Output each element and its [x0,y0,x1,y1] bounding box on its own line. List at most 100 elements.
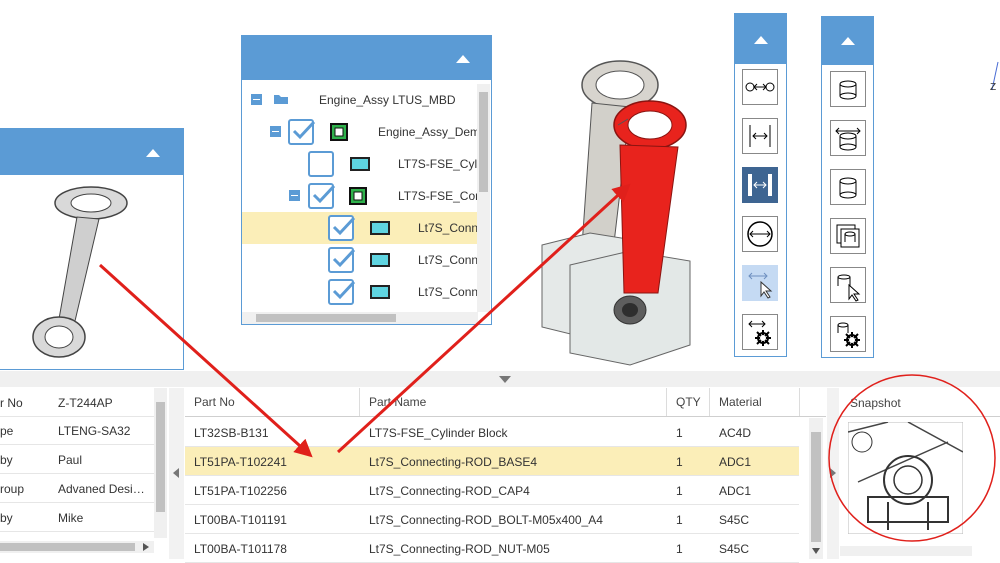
table-right-collapse[interactable] [827,388,839,559]
view-toolbar [821,16,874,358]
measure-toolbar-header[interactable] [735,14,786,64]
cell-part-name: Lt7S_Connecting-ROD_BOLT-M05x400_A4 [369,513,603,527]
point-to-point-icon[interactable] [742,69,778,105]
connecting-rod-preview-image [32,186,128,358]
visibility-checkbox[interactable] [288,119,316,145]
property-row: roup Advaned Desi… [0,475,155,503]
scrollbar-thumb[interactable] [479,92,488,192]
properties-vertical-scrollbar[interactable] [154,388,167,538]
column-header-qty[interactable]: QTY [667,388,710,416]
cell-qty: 1 [676,455,683,469]
assembly-tree-panel: Engine_Assy LTUS_MBD Engine_Assy_Dem LT7… [241,35,492,325]
chevron-left-icon[interactable] [173,468,179,478]
table-row-selected[interactable]: LT51PA-T102241 Lt7S_Connecting-ROD_BASE4… [185,447,799,476]
property-label: pe [0,424,14,438]
chevron-down-icon[interactable] [499,376,511,383]
table-left-collapse[interactable] [169,388,184,559]
collapse-icon[interactable] [456,55,470,63]
part-icon [370,253,390,267]
scrollbar-thumb[interactable] [811,432,821,542]
assembly-icon [349,187,367,205]
table-row[interactable]: LT51PA-T102256 Lt7S_Connecting-ROD_CAP4 … [185,476,799,505]
visibility-checkbox[interactable] [308,183,336,209]
properties-horizontal-scrollbar[interactable] [0,541,154,553]
property-value: LTENG-SA32 [58,424,131,438]
table-vertical-scrollbar[interactable] [809,418,823,559]
chevron-right-icon[interactable] [143,543,149,551]
column-header-part-no[interactable]: Part No [185,388,360,416]
splitter-bar[interactable] [0,371,1000,387]
part-preview-header[interactable] [0,129,183,175]
cell-material: S45C [719,513,750,527]
table-row[interactable]: LT00BA-T101191 Lt7S_Connecting-ROD_BOLT-… [185,505,799,534]
table-header: Part No Part Name QTY Material [185,388,826,417]
cell-material: S45C [719,542,750,556]
property-label: by [0,453,13,467]
cell-material: ADC1 [719,455,752,469]
visibility-checkbox[interactable] [328,279,356,305]
property-value: Z-T244AP [58,396,113,410]
column-header-material[interactable]: Material [710,388,800,416]
cell-qty: 1 [676,484,683,498]
tree-item-label: LT7S-FSE_Cyli [398,157,480,171]
connecting-rod-3d-model[interactable] [520,55,740,370]
table-row[interactable]: LT32SB-B131 LT7S-FSE_Cylinder Block 1 AC… [185,418,799,447]
tree-vertical-scrollbar[interactable] [477,84,490,312]
collapse-node-icon[interactable] [289,190,300,201]
cell-part-name: Lt7S_Connecting-ROD_NUT-M05 [369,542,550,556]
chevron-down-icon[interactable] [812,548,820,554]
tree-horizontal-scrollbar[interactable] [242,312,478,324]
property-label: roup [0,482,25,496]
box-view-icon[interactable] [830,71,866,107]
properties-panel: r No Z-T244AP pe LTENG-SA32 by Paul roup Adv… [0,388,168,559]
part-icon [370,221,390,235]
select-view-icon[interactable] [830,267,866,303]
tree-item[interactable]: Engine_Assy LTUS_MBD [242,84,477,116]
collapse-icon[interactable] [841,37,855,45]
tree-item-label: Engine_Assy_Dem [378,125,481,139]
tree-item[interactable]: LT7S-FSE_Con [242,180,482,212]
tree-item[interactable]: Engine_Assy_Dem [242,116,481,148]
property-label: r No [0,396,23,410]
edge-distance-icon[interactable] [742,118,778,154]
visibility-checkbox[interactable] [308,151,334,177]
collapse-node-icon[interactable] [251,94,262,105]
cell-qty: 1 [676,426,683,440]
column-header-part-name[interactable]: Part Name [360,388,667,416]
visibility-checkbox[interactable] [328,247,356,273]
collapse-icon[interactable] [754,36,768,44]
face-distance-icon[interactable] [742,167,778,203]
scrollbar-thumb[interactable] [256,314,396,322]
part-preview-panel [0,128,184,370]
cell-material: AC4D [719,426,752,440]
cell-part-no: LT51PA-T102256 [194,484,287,498]
pointer-distance-icon[interactable] [742,265,778,301]
property-row: by Paul [0,446,155,474]
tree-item-label: Lt7S_Conn [418,253,479,267]
stacked-view-icon[interactable] [830,218,866,254]
visibility-checkbox[interactable] [328,215,356,241]
property-label: by [0,511,13,525]
diameter-icon[interactable] [742,216,778,252]
scrollbar-thumb[interactable] [156,402,165,512]
tree-item[interactable]: Lt7S_Conn [242,244,479,276]
view-toolbar-header[interactable] [822,17,873,65]
collapse-node-icon[interactable] [270,126,281,137]
tree-item[interactable]: Lt7S_Conn [242,276,478,308]
snapshot-image[interactable] [848,422,963,534]
view-settings-icon[interactable] [830,316,866,352]
scrollbar-thumb[interactable] [0,543,135,551]
property-value: Paul [58,453,83,467]
tree-item-label: Engine_Assy LTUS_MBD [319,93,456,107]
cylinder-view-icon[interactable] [830,169,866,205]
tree-item[interactable]: LT7S-FSE_Cyli [242,148,480,180]
tree-item-selected[interactable]: Lt7S_Conn [242,212,478,244]
collapse-icon[interactable] [146,149,160,157]
part-icon [370,285,390,299]
snapshot-horizontal-scrollbar[interactable] [840,546,972,556]
chevron-right-icon[interactable] [830,468,836,478]
assembly-tree-header[interactable] [242,36,491,80]
section-view-icon[interactable] [830,120,866,156]
property-value: Advaned Desi… [58,482,145,496]
measure-settings-icon[interactable] [742,314,778,350]
